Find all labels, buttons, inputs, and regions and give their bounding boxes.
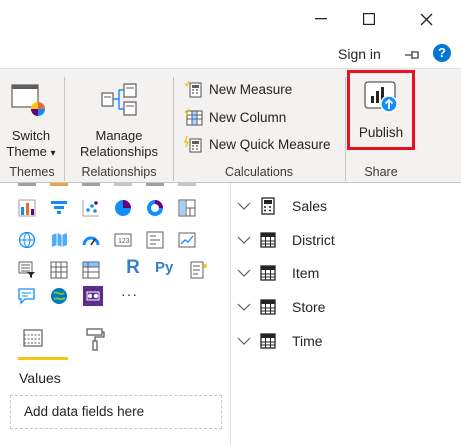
group-label-themes: Themes [9, 165, 55, 179]
more-visuals-button[interactable]: ··· [121, 286, 138, 302]
filled-map-icon[interactable] [50, 231, 68, 249]
table-visual-icon[interactable] [50, 261, 68, 279]
scatter-chart-icon[interactable] [82, 199, 100, 217]
quick-measure-icon [184, 135, 202, 153]
maximize-button[interactable] [346, 4, 392, 34]
maximize-icon [363, 13, 375, 25]
help-glyph: ? [438, 45, 446, 60]
slicer-icon[interactable] [18, 261, 36, 279]
chevron-down-icon [237, 269, 251, 277]
theme-palette-icon [11, 84, 45, 116]
tab-fields[interactable] [18, 323, 68, 361]
field-table-label: District [292, 232, 335, 248]
chevron-down-icon [237, 337, 251, 345]
column-icon [184, 108, 203, 126]
visualizations-pane: 123 R Py ··· Values Add data fields here [0, 183, 231, 445]
table-icon [260, 265, 276, 281]
publish-button[interactable]: Publish [350, 73, 412, 147]
relationships-icon [101, 83, 137, 116]
help-icon[interactable]: ? [433, 44, 451, 62]
chevron-down-icon [237, 303, 251, 311]
minimize-icon [315, 18, 327, 20]
publish-label: Publish [358, 125, 404, 140]
pin-icon[interactable] [404, 49, 422, 61]
field-table-district[interactable]: District [236, 228, 335, 252]
sign-in-link[interactable]: Sign in [338, 46, 381, 62]
paint-roller-icon [86, 328, 105, 351]
calculator-icon [184, 80, 202, 98]
switch-theme-label-1: Switch [11, 128, 51, 143]
table-icon [260, 232, 276, 248]
group-label-calculations: Calculations [224, 165, 294, 179]
arcgis-map-icon[interactable] [50, 287, 68, 305]
r-script-visual-icon[interactable]: R [124, 257, 142, 279]
svg-text:123: 123 [118, 238, 130, 245]
values-drop-zone[interactable]: Add data fields here [10, 395, 222, 429]
ellipsis-icon: ··· [121, 286, 138, 302]
ribbon: Switch Theme ▾ Themes Manage Relationshi… [0, 68, 461, 183]
field-table-label: Store [292, 299, 326, 315]
tab-format[interactable] [80, 323, 110, 353]
new-column-button[interactable]: New Column [184, 106, 286, 128]
new-quick-measure-label: New Quick Measure [209, 136, 331, 152]
matrix-icon[interactable] [82, 261, 100, 279]
py-letters: Py [155, 259, 174, 276]
treemap-icon[interactable] [178, 199, 196, 217]
close-button[interactable] [403, 4, 449, 34]
python-visual-icon[interactable]: Py [155, 259, 173, 276]
manage-relationships-button[interactable]: Manage Relationships [70, 73, 168, 161]
active-tab-indicator [18, 357, 68, 360]
gauge-icon[interactable] [82, 231, 100, 249]
visual-row-partial [18, 183, 218, 187]
minimize-button[interactable] [298, 4, 344, 34]
pie-chart-icon[interactable] [114, 199, 132, 217]
multi-row-card-icon[interactable] [146, 231, 164, 249]
field-table-label: Sales [292, 198, 328, 214]
switch-theme-label-2: Theme [6, 144, 47, 159]
account-bar: Sign in ? [0, 38, 461, 68]
field-table-sales[interactable]: Sales [236, 194, 327, 218]
values-label: Values [19, 370, 61, 386]
r-letter: R [126, 257, 140, 278]
group-separator [64, 77, 65, 181]
ribbon-chart-icon[interactable] [18, 199, 36, 217]
custom-visual-icon[interactable] [82, 285, 104, 307]
card-icon[interactable]: 123 [114, 231, 132, 249]
map-icon[interactable] [18, 231, 36, 249]
manage-relationships-label-1: Manage [95, 128, 143, 143]
donut-chart-icon[interactable] [146, 199, 164, 217]
table-icon [260, 299, 276, 315]
title-bar [0, 0, 461, 38]
field-table-label: Time [292, 333, 323, 349]
manage-relationships-label-2: Relationships [79, 144, 159, 159]
field-table-item[interactable]: Item [236, 261, 319, 285]
switch-theme-button[interactable]: Switch Theme ▾ [2, 73, 62, 161]
qa-visual-icon[interactable] [18, 287, 36, 305]
drop-placeholder: Add data fields here [24, 404, 145, 419]
close-icon [420, 13, 432, 25]
chevron-down-icon [237, 236, 251, 244]
new-measure-label: New Measure [209, 81, 293, 97]
funnel-chart-icon[interactable] [50, 199, 68, 217]
chevron-down-icon: ▾ [50, 148, 56, 159]
new-measure-button[interactable]: New Measure [184, 78, 292, 100]
fields-tab-icon [23, 329, 43, 347]
field-table-time[interactable]: Time [236, 329, 323, 353]
calculator-icon [261, 197, 275, 215]
publish-icon [364, 81, 398, 113]
new-column-label: New Column [209, 109, 287, 125]
kpi-icon[interactable] [178, 231, 196, 249]
group-label-share: Share [364, 165, 398, 179]
key-influencers-icon[interactable] [190, 261, 208, 279]
field-table-store[interactable]: Store [236, 295, 325, 319]
chevron-down-icon [237, 202, 251, 210]
table-icon [260, 333, 276, 349]
group-label-relationships: Relationships [81, 165, 157, 179]
new-quick-measure-button[interactable]: New Quick Measure [184, 133, 331, 155]
field-table-label: Item [292, 265, 320, 281]
